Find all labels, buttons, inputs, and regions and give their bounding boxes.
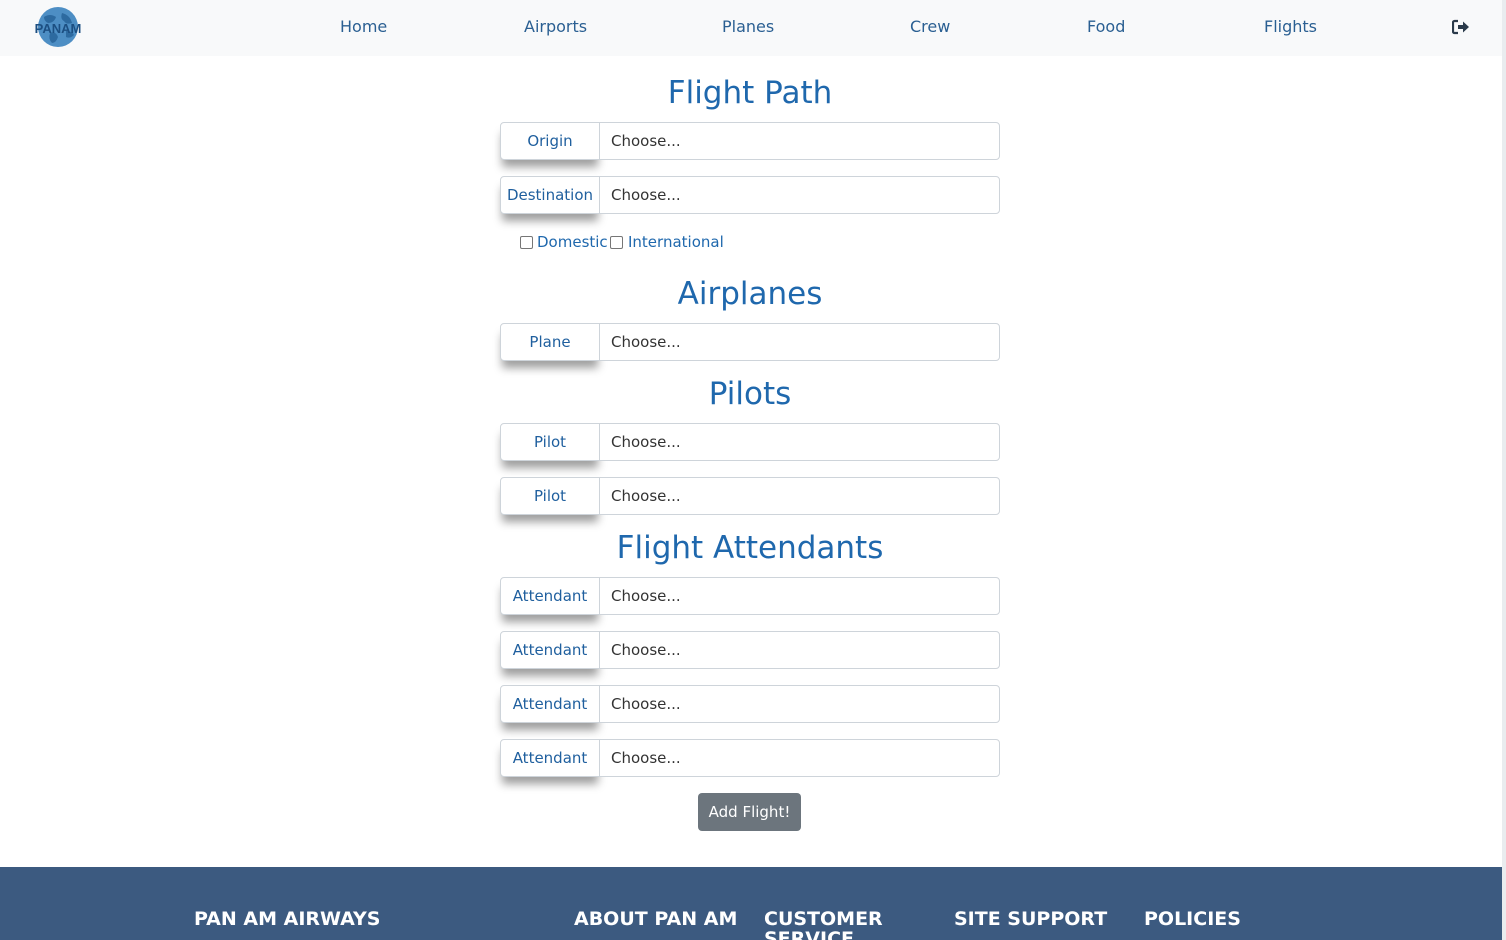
attendant-label: Attendant bbox=[500, 685, 600, 723]
attendant-select-1[interactable]: Choose... bbox=[599, 577, 1000, 615]
attendant-select-3[interactable]: Choose... bbox=[599, 685, 1000, 723]
attendant-field-2: Attendant Choose... bbox=[500, 631, 1000, 669]
footer-heading-pan-am-airways: PAN AM AIRWAYS bbox=[194, 908, 381, 930]
destination-label: Destination bbox=[500, 176, 600, 214]
footer: PAN AM AIRWAYS ABOUT PAN AM CUSTOMER SER… bbox=[0, 867, 1502, 940]
attendant-label: Attendant bbox=[500, 631, 600, 669]
pilot-field-1: Pilot Choose... bbox=[500, 423, 1000, 461]
international-checkbox[interactable] bbox=[610, 236, 623, 249]
nav-airports[interactable]: Airports bbox=[524, 17, 587, 36]
nav-home[interactable]: Home bbox=[340, 17, 387, 36]
attendant-select-2[interactable]: Choose... bbox=[599, 631, 1000, 669]
airplanes-heading: Airplanes bbox=[677, 276, 823, 312]
nav-crew[interactable]: Crew bbox=[910, 17, 950, 36]
nav-planes[interactable]: Planes bbox=[722, 17, 774, 36]
footer-heading-about: ABOUT PAN AM bbox=[574, 908, 738, 930]
plane-field: Plane Choose... bbox=[500, 323, 1000, 361]
globe-logo-icon: PANAM bbox=[35, 7, 82, 47]
pilot-label: Pilot bbox=[500, 423, 600, 461]
destination-field: Destination Choose... bbox=[500, 176, 1000, 214]
domestic-label[interactable]: Domestic bbox=[537, 233, 608, 251]
attendant-label: Attendant bbox=[500, 739, 600, 777]
pilot-field-2: Pilot Choose... bbox=[500, 477, 1000, 515]
domestic-checkbox[interactable] bbox=[520, 236, 533, 249]
logo-text: PANAM bbox=[35, 21, 82, 36]
international-label[interactable]: International bbox=[628, 233, 724, 251]
pilots-heading: Pilots bbox=[708, 376, 792, 412]
plane-select[interactable]: Choose... bbox=[599, 323, 1000, 361]
origin-field: Origin Choose... bbox=[500, 122, 1000, 160]
attendant-field-4: Attendant Choose... bbox=[500, 739, 1000, 777]
add-flight-button[interactable]: Add Flight! bbox=[698, 793, 801, 831]
sign-out-icon[interactable] bbox=[1451, 19, 1470, 35]
top-navbar: PANAM Home Airports Planes Crew Food Fli… bbox=[0, 0, 1502, 56]
destination-select[interactable]: Choose... bbox=[599, 176, 1000, 214]
panam-logo[interactable]: PANAM bbox=[22, 5, 94, 49]
attendant-label: Attendant bbox=[500, 577, 600, 615]
nav-flights[interactable]: Flights bbox=[1264, 17, 1317, 36]
plane-label: Plane bbox=[500, 323, 600, 361]
nav-food[interactable]: Food bbox=[1087, 17, 1125, 36]
footer-heading-customer-service: CUSTOMER SERVICE bbox=[764, 908, 883, 940]
origin-select[interactable]: Choose... bbox=[599, 122, 1000, 160]
origin-label: Origin bbox=[500, 122, 600, 160]
attendant-field-1: Attendant Choose... bbox=[500, 577, 1000, 615]
flight-path-heading: Flight Path bbox=[667, 75, 833, 111]
footer-heading-site-support: SITE SUPPORT bbox=[954, 908, 1108, 930]
pilot-select-1[interactable]: Choose... bbox=[599, 423, 1000, 461]
page-scrollbar[interactable] bbox=[1502, 0, 1506, 940]
flight-attendants-heading: Flight Attendants bbox=[616, 530, 884, 566]
footer-heading-policies: POLICIES bbox=[1144, 908, 1241, 930]
pilot-label: Pilot bbox=[500, 477, 600, 515]
attendant-select-4[interactable]: Choose... bbox=[599, 739, 1000, 777]
attendant-field-3: Attendant Choose... bbox=[500, 685, 1000, 723]
pilot-select-2[interactable]: Choose... bbox=[599, 477, 1000, 515]
